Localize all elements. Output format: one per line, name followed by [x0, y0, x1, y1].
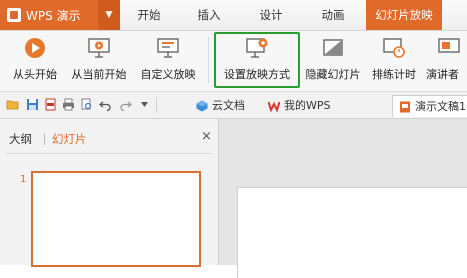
- save-icon[interactable]: [26, 98, 39, 111]
- start-from-current-button[interactable]: 从当前开始: [66, 31, 132, 91]
- slide-canvas[interactable]: [237, 187, 467, 278]
- button-label: 隐藏幻灯片: [305, 68, 361, 81]
- editing-canvas: [219, 119, 467, 278]
- wps-logo-icon: [7, 8, 21, 22]
- tab-outline[interactable]: 大纲: [9, 131, 32, 147]
- app-title: WPS 演示: [26, 9, 81, 23]
- panel-tab-divider: [44, 133, 45, 145]
- slide-thumbnail[interactable]: [31, 171, 201, 267]
- hide-slide-button[interactable]: 隐藏幻灯片: [300, 31, 366, 91]
- wps-app-menu-button[interactable]: WPS 演示 ▼: [0, 0, 120, 30]
- doc-tab-mywps[interactable]: 我的WPS: [262, 95, 342, 117]
- chevron-down-icon[interactable]: ▼: [98, 0, 120, 30]
- play-circle-icon: [25, 38, 45, 58]
- doc-tab-cloud[interactable]: 云文档: [190, 95, 254, 117]
- quick-access-bar: 云文档 我的WPS 演示文稿1: [0, 92, 467, 119]
- highlight-box: [214, 32, 300, 88]
- button-label: 从头开始: [13, 68, 57, 81]
- doc-tab-label: 演示文稿1: [415, 100, 466, 113]
- tab-start[interactable]: 开始: [128, 0, 170, 30]
- tab-design[interactable]: 设计: [250, 0, 292, 30]
- wps-logo-icon: [268, 101, 280, 112]
- panel-divider-line: [6, 153, 212, 154]
- button-label: 排练计时: [372, 68, 416, 81]
- hide-slide-icon: [323, 39, 343, 56]
- button-label: 从当前开始: [71, 68, 127, 81]
- presenter-view-icon: [438, 38, 460, 53]
- tab-insert[interactable]: 插入: [188, 0, 230, 30]
- rehearse-timing-button[interactable]: 排练计时: [366, 31, 422, 91]
- presentation-doc-icon: [400, 101, 410, 113]
- redo-icon[interactable]: [119, 98, 132, 111]
- tab-slideshow[interactable]: 幻灯片放映: [366, 0, 442, 30]
- projector-screen-icon: [157, 38, 179, 58]
- toolbar-separator: [156, 97, 157, 113]
- close-icon[interactable]: ×: [201, 129, 212, 144]
- projector-play-icon: [88, 38, 110, 58]
- open-folder-icon[interactable]: [6, 98, 19, 111]
- button-label: 自定义放映: [140, 68, 196, 81]
- custom-show-button[interactable]: 自定义放映: [134, 31, 202, 91]
- doc-tab-presentation[interactable]: 演示文稿1: [392, 95, 467, 117]
- export-pdf-icon[interactable]: [44, 98, 57, 111]
- presenter-view-button[interactable]: 演讲者: [424, 31, 467, 91]
- slide-number: 1: [20, 174, 27, 185]
- slides-panel: 大纲 幻灯片 × 1: [0, 119, 219, 267]
- rehearse-timing-icon: [383, 38, 405, 58]
- tab-animation[interactable]: 动画: [312, 0, 354, 30]
- start-from-beginning-button[interactable]: 从头开始: [4, 31, 66, 91]
- ribbon-separator: [208, 37, 209, 83]
- cloud-cube-icon: [196, 100, 208, 112]
- doc-tab-label: 云文档: [212, 99, 245, 112]
- print-icon[interactable]: [62, 98, 75, 111]
- button-label: 演讲者: [426, 68, 459, 81]
- doc-tab-label: 我的WPS: [284, 99, 331, 112]
- tab-slides[interactable]: 幻灯片: [52, 131, 87, 147]
- undo-icon[interactable]: [99, 98, 112, 111]
- print-preview-icon[interactable]: [80, 98, 93, 111]
- more-dropdown-icon[interactable]: [140, 100, 149, 109]
- menu-bar: WPS 演示 ▼ 开始 插入 设计 动画 幻灯片放映: [0, 0, 467, 31]
